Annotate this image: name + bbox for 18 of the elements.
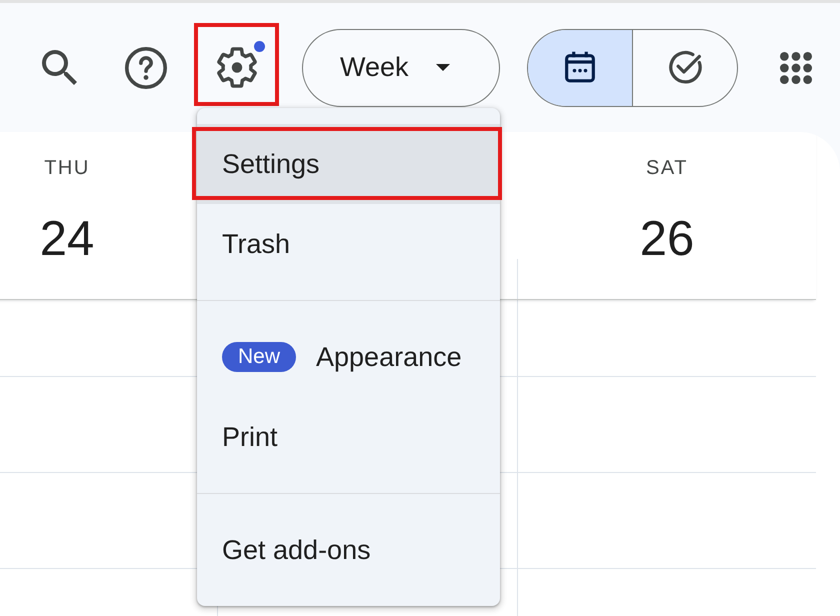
menu-item[interactable]: Get add-ons: [197, 510, 500, 590]
menu-item[interactable]: New Appearance: [197, 317, 500, 397]
calendar-icon: [565, 51, 595, 84]
date-number[interactable]: 26: [640, 211, 694, 267]
search-icon[interactable]: [42, 50, 78, 86]
dot-grid-icon[interactable]: [780, 52, 812, 84]
check-circle-icon: [668, 50, 702, 85]
menu-item[interactable]: Trash: [197, 204, 500, 284]
menu-item[interactable]: Print: [197, 397, 500, 477]
caret-icon: [436, 64, 450, 71]
date-number[interactable]: 24: [40, 211, 94, 267]
settings-icon[interactable]: [217, 47, 257, 88]
weekday-label: SAT: [646, 157, 688, 179]
calendar-view-tab[interactable]: [528, 30, 632, 106]
weekday-label: THU: [44, 157, 90, 179]
view-dropdown[interactable]: Week: [302, 28, 500, 106]
help-icon[interactable]: [125, 46, 167, 88]
menu-badge: New: [222, 342, 296, 372]
